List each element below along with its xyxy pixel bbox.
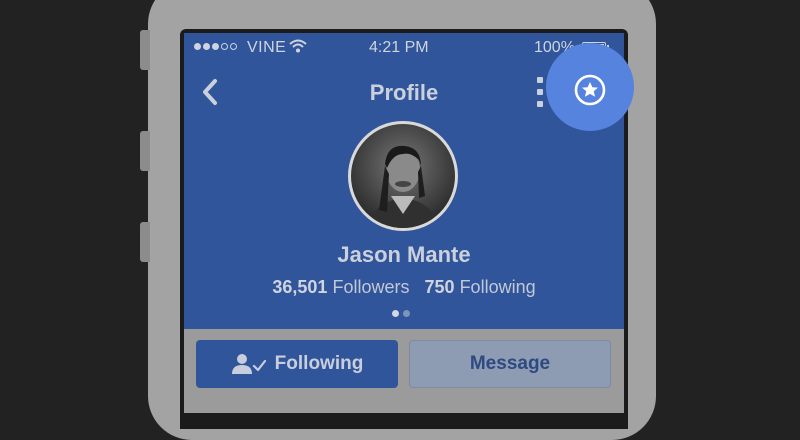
- page-indicator: [392, 310, 410, 317]
- following-button[interactable]: Following: [196, 340, 398, 388]
- followers-label[interactable]: Followers: [332, 277, 409, 297]
- star-circle-icon: [574, 74, 606, 106]
- page-dot[interactable]: [403, 310, 410, 317]
- following-button-label: Following: [274, 353, 364, 374]
- wifi-icon: [289, 39, 307, 58]
- follow-stats: 36,501 Followers 750 Following: [184, 277, 624, 298]
- status-time: 4:21 PM: [369, 39, 429, 56]
- following-label[interactable]: Following: [460, 277, 536, 297]
- page-dot-active[interactable]: [392, 310, 399, 317]
- more-options-button[interactable]: [536, 77, 544, 107]
- phone-volume-down-button: [140, 222, 150, 262]
- followers-count[interactable]: 36,501: [272, 277, 327, 297]
- carrier-name: VINE: [247, 39, 287, 56]
- favorite-fab-button[interactable]: [546, 43, 634, 131]
- message-button-label: Message: [469, 353, 551, 374]
- message-button[interactable]: Message: [409, 340, 611, 388]
- phone-side-button: [140, 30, 150, 70]
- profile-photo: [351, 124, 455, 228]
- signal-strength-icon: [194, 43, 237, 50]
- phone-volume-up-button: [140, 131, 150, 171]
- following-count[interactable]: 750: [425, 277, 455, 297]
- avatar[interactable]: [348, 121, 458, 231]
- action-bar: Following Message: [184, 329, 624, 413]
- profile-name: Jason Mante: [337, 242, 471, 267]
- user-check-icon: [231, 354, 266, 374]
